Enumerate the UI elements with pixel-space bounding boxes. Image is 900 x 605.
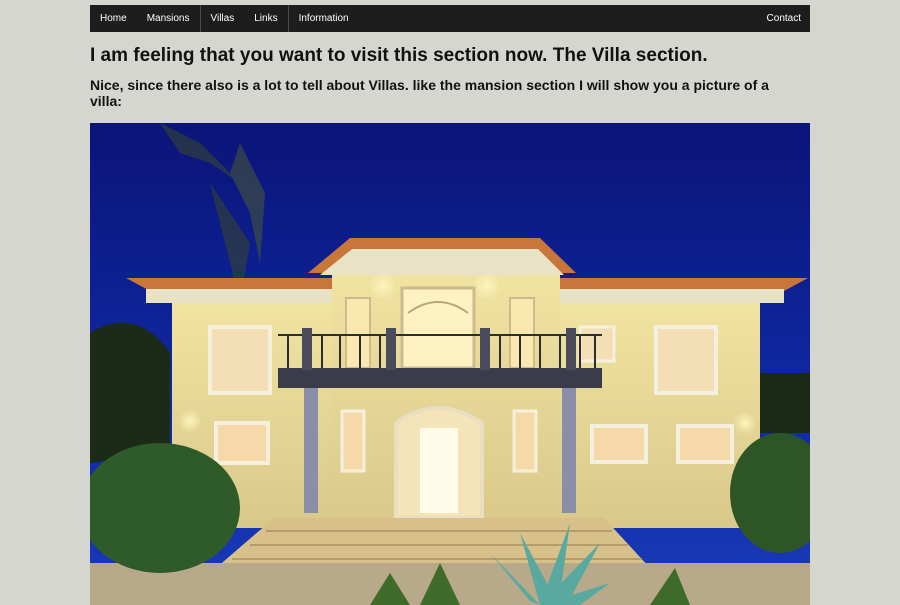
nav-left: Home Mansions Villas Links Information — [90, 5, 359, 32]
trees-left — [90, 322, 170, 463]
nav-item-contact[interactable]: Contact — [757, 5, 810, 32]
column-left — [304, 388, 318, 513]
top-nav: Home Mansions Villas Links Information C… — [90, 5, 810, 32]
window-upper-left — [208, 325, 272, 395]
page-title: I am feeling that you want to visit this… — [90, 45, 708, 66]
page-container: Home Mansions Villas Links Information C… — [90, 5, 810, 605]
trees-right — [760, 373, 810, 433]
window-upper-right — [654, 325, 718, 395]
column-right — [562, 388, 576, 513]
nav-right: Contact — [757, 5, 810, 32]
window-top-center — [400, 286, 476, 370]
nav-item-links[interactable]: Links — [244, 5, 287, 32]
nav-item-information[interactable]: Information — [287, 5, 359, 32]
nav-item-mansions[interactable]: Mansions — [137, 5, 200, 32]
nav-item-home[interactable]: Home — [90, 5, 137, 32]
balcony — [278, 368, 602, 388]
page-subtitle: Nice, since there also is a lot to tell … — [90, 77, 769, 109]
villa-photo — [90, 123, 810, 605]
nav-item-villas[interactable]: Villas — [199, 5, 245, 32]
villa-illustration — [90, 123, 810, 605]
